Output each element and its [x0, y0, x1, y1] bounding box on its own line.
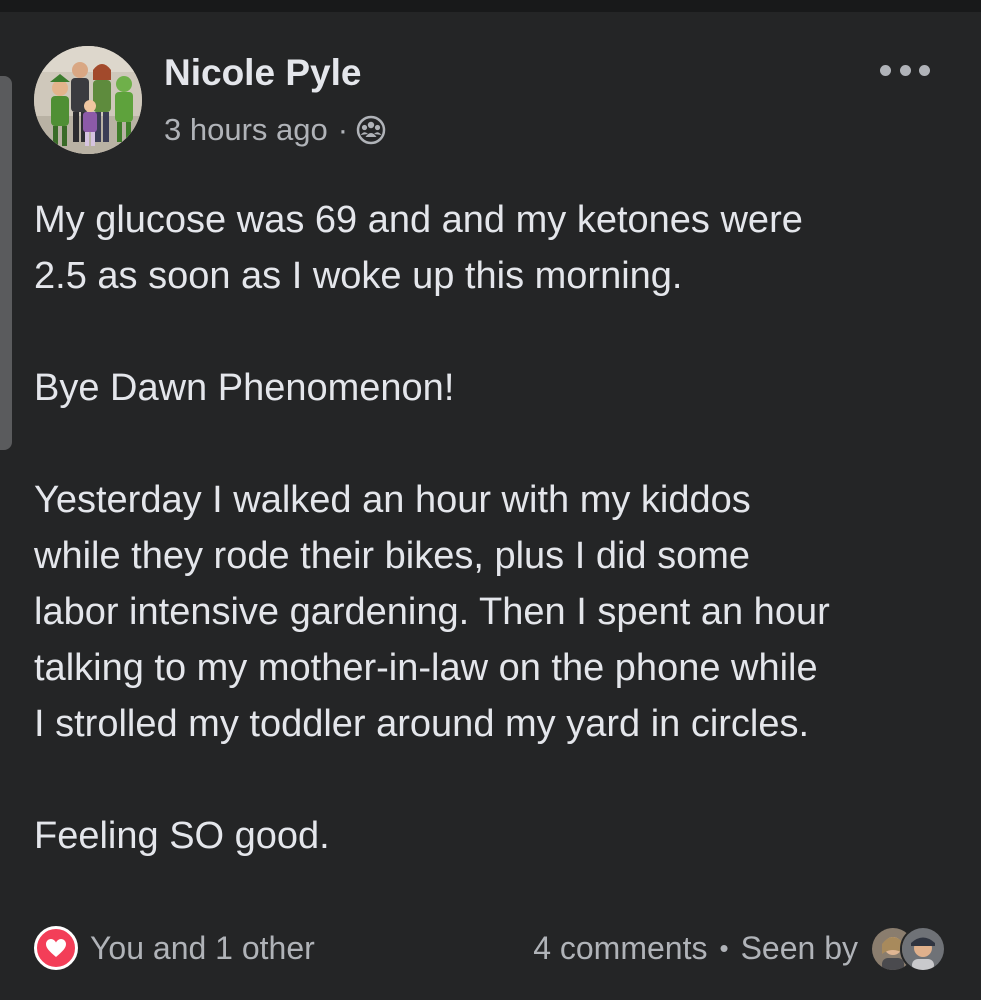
- seen-by-label[interactable]: Seen by: [741, 930, 858, 967]
- more-dot: [880, 64, 891, 76]
- scroll-indicator[interactable]: [0, 76, 12, 450]
- footer-separator: •: [719, 932, 729, 963]
- author-avatar-photo: [34, 46, 142, 154]
- post-header: Nicole Pyle 3 hours ago ·: [34, 46, 944, 156]
- post-meta: 3 hours ago ·: [164, 110, 386, 150]
- post-timestamp[interactable]: 3 hours ago: [164, 112, 328, 148]
- group-icon: [356, 115, 386, 145]
- post-body: My glucose was 69 and and my ketones wer…: [34, 192, 959, 864]
- post-paragraph: Yesterday I walked an hour with my kiddo…: [34, 479, 830, 745]
- comments-count[interactable]: 4 comments: [533, 930, 707, 967]
- reactions-summary[interactable]: You and 1 other: [34, 926, 315, 970]
- reaction-text: You and 1 other: [90, 929, 315, 966]
- heart-icon: [34, 926, 78, 970]
- more-dot: [899, 64, 911, 76]
- seen-avatar: [900, 926, 946, 972]
- top-edge-bar: [0, 0, 981, 12]
- post-paragraph: My glucose was 69 and and my ketones wer…: [34, 199, 803, 297]
- author-name[interactable]: Nicole Pyle: [164, 52, 361, 94]
- meta-separator: ·: [337, 112, 349, 147]
- post-footer: You and 1 other 4 comments • Seen by: [34, 920, 946, 976]
- more-dot: [919, 64, 930, 76]
- more-options-icon[interactable]: [880, 60, 930, 80]
- post-paragraph: Bye Dawn Phenomenon!: [34, 367, 455, 409]
- footer-stats: 4 comments • Seen by: [533, 922, 946, 974]
- author-avatar[interactable]: [34, 46, 142, 154]
- seen-by-avatars[interactable]: [870, 924, 946, 972]
- post-paragraph: Feeling SO good.: [34, 815, 330, 857]
